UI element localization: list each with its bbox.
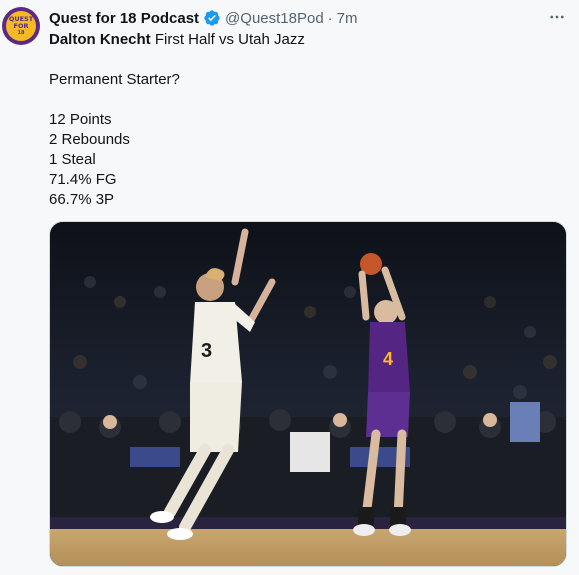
tweet-header: Quest for 18 Podcast @Quest18Pod · 7m (49, 8, 358, 28)
tweet-text: Dalton Knecht First Half vs Utah Jazz Pe… (49, 30, 559, 210)
tweet[interactable]: QUEST FOR 18 Quest for 18 Podcast @Quest… (0, 0, 579, 575)
more-options-button[interactable] (545, 5, 569, 29)
timestamp[interactable]: 7m (337, 10, 358, 27)
avatar[interactable]: QUEST FOR 18 (2, 7, 40, 45)
more-horizontal-icon (550, 15, 564, 19)
tweet-question: Permanent Starter? (49, 71, 180, 88)
avatar-text-2: FOR (13, 21, 29, 30)
separator-dot: · (327, 9, 333, 27)
stat-line: 71.4% FG (49, 171, 117, 188)
tweet-line-title: Dalton Knecht First Half vs Utah Jazz (49, 30, 559, 50)
jersey-number-left: 3 (201, 340, 212, 362)
title-rest: First Half vs Utah Jazz (150, 31, 305, 48)
avatar-logo: QUEST FOR 18 (6, 11, 36, 41)
avatar-text-3: 18 (17, 29, 25, 36)
player-name: Dalton Knecht (49, 31, 151, 48)
verified-badge-icon[interactable] (203, 9, 221, 27)
stat-line: 1 Steal (49, 151, 96, 168)
stat-line: 2 Rebounds (49, 131, 130, 148)
stat-line: 12 Points (49, 111, 112, 128)
tweet-photo[interactable]: 3 4 (49, 221, 567, 567)
stat-line: 66.7% 3P (49, 191, 115, 208)
author-display-name[interactable]: Quest for 18 Podcast (49, 10, 199, 27)
author-handle[interactable]: @Quest18Pod (225, 10, 324, 27)
jersey-number-right: 4 (383, 349, 393, 369)
basketball-photo: 3 4 (50, 222, 566, 566)
